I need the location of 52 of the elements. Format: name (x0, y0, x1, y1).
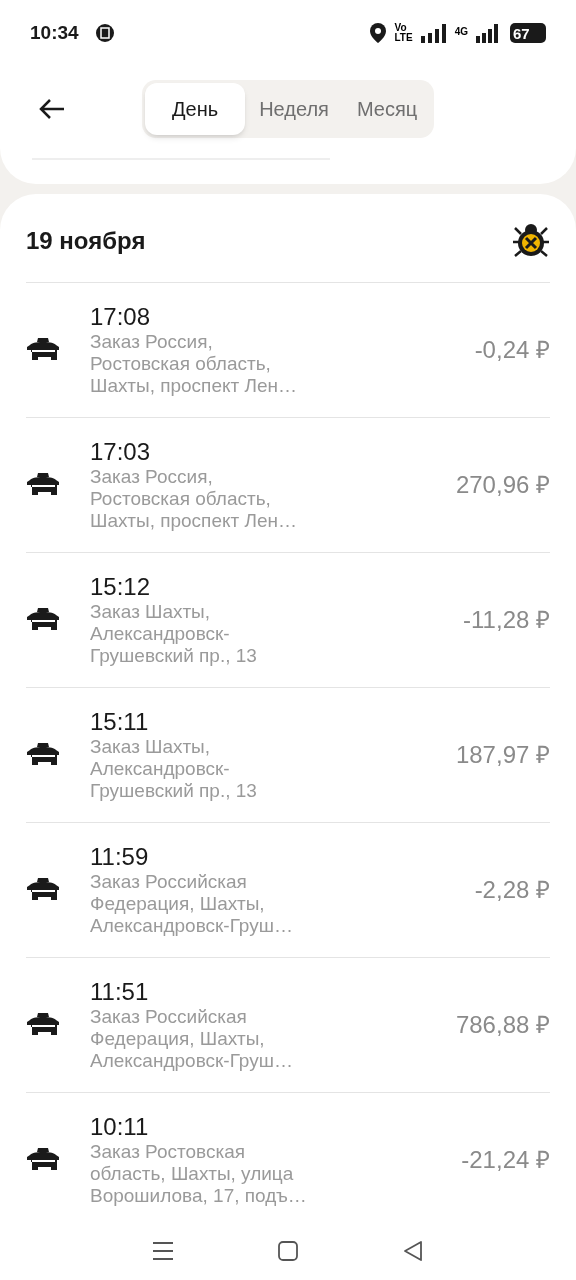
order-address: Шахты, проспект Лен… (90, 375, 298, 397)
home-icon[interactable] (277, 1240, 299, 1262)
order-address: Заказ Россия, (90, 331, 214, 353)
network-label: 4G (454, 25, 468, 39)
signal-icon (420, 23, 447, 43)
order-amount: 187,97 ₽ (455, 740, 550, 770)
period-tab[interactable]: День (145, 83, 246, 135)
back-icon[interactable] (402, 1240, 425, 1262)
order-address: Заказ Ростовская (90, 1141, 247, 1163)
date-heading: 19 ноября (26, 226, 146, 256)
order-address: Ростовская область, (90, 353, 272, 375)
order-time: 11:51 (90, 978, 150, 1006)
bug-icon[interactable] (512, 222, 550, 260)
order-time: 10:11 (90, 1113, 150, 1141)
order-time: 15:12 (90, 573, 152, 601)
order-address: Шахты, проспект Лен… (90, 510, 298, 532)
order-address: Александровск-Груш… (90, 1050, 294, 1072)
order-address: область, Шахты, улица (90, 1163, 295, 1185)
order-address: Ростовская область, (90, 488, 272, 510)
order-address: Грушевский пр., 13 (90, 645, 258, 667)
notification-icon (94, 23, 115, 43)
period-tab[interactable]: Месяц (342, 83, 432, 135)
order-address: Грушевский пр., 13 (90, 780, 258, 802)
order-amount: -2,28 ₽ (474, 875, 550, 905)
order-address: Федерация, Шахты, (90, 893, 266, 915)
order-time: 15:11 (90, 708, 150, 736)
order-amount: 786,88 ₽ (455, 1010, 550, 1040)
order-address: Заказ Россия, (90, 466, 214, 488)
battery-indicator: 67 (510, 23, 546, 43)
status-time: 10:34 (30, 20, 79, 45)
signal-icon (476, 23, 498, 43)
order-address: Ворошилова, 17, подъ… (90, 1185, 308, 1207)
order-amount: 270,96 ₽ (455, 470, 550, 500)
order-address: Александровск-Груш… (90, 915, 294, 937)
order-time: 17:03 (90, 438, 152, 466)
order-address: Александровск- (90, 623, 231, 645)
location-icon (368, 22, 387, 44)
volte-label: Vo (394, 23, 408, 33)
order-amount: -0,24 ₽ (474, 335, 550, 365)
order-time: 17:08 (90, 303, 152, 331)
order-address: Заказ Российская (90, 871, 248, 893)
order-amount: -21,24 ₽ (461, 1145, 550, 1175)
order-address: Заказ Российская (90, 1006, 248, 1028)
order-address: Александровск- (90, 758, 231, 780)
order-time: 11:59 (90, 843, 150, 871)
order-address: Заказ Шахты, (90, 736, 212, 758)
period-tab[interactable]: Неделя (245, 83, 343, 135)
menu-icon[interactable] (151, 1241, 174, 1261)
order-amount: -11,28 ₽ (463, 605, 550, 635)
order-address: Заказ Шахты, (90, 601, 212, 623)
volte-label: LTE (394, 33, 413, 43)
order-address: Федерация, Шахты, (90, 1028, 266, 1050)
